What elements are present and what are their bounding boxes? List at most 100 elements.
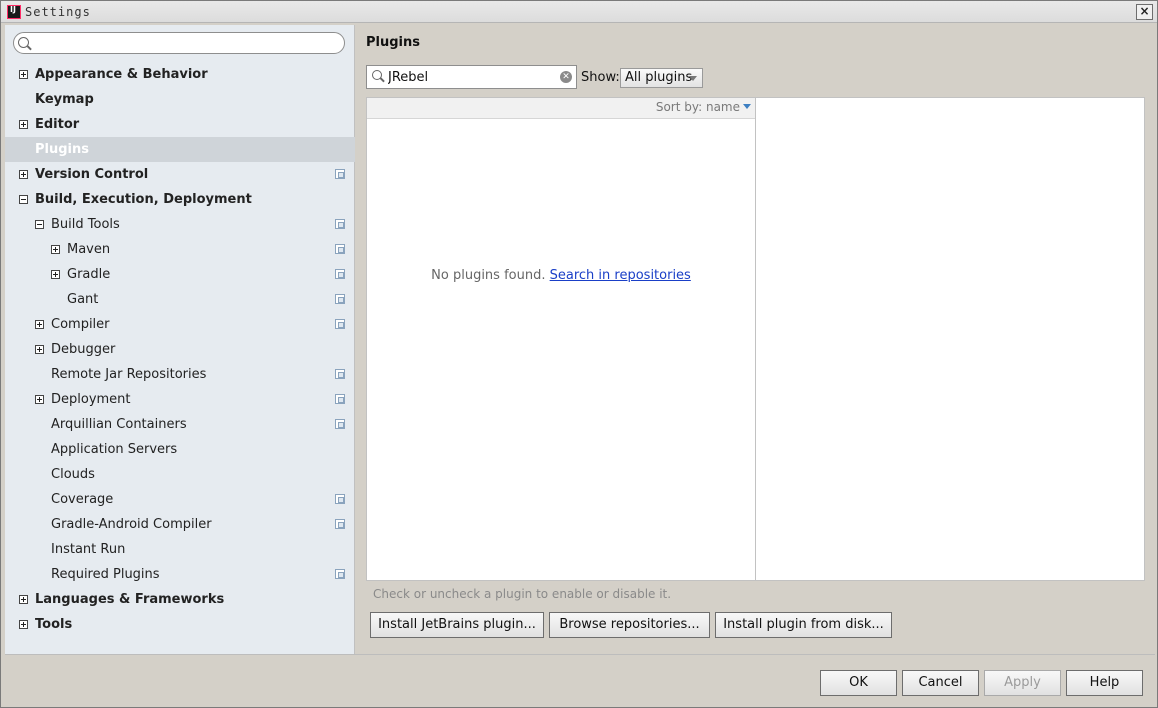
chevron-down-icon bbox=[689, 76, 697, 81]
project-settings-icon bbox=[335, 319, 345, 329]
tree-node[interactable]: Compiler bbox=[5, 312, 355, 337]
tree-node-label: Gradle-Android Compiler bbox=[51, 517, 212, 532]
tree-node-label: Application Servers bbox=[51, 442, 178, 457]
expand-icon[interactable] bbox=[19, 170, 28, 179]
tree-node[interactable]: Languages & Frameworks bbox=[5, 587, 355, 612]
help-button[interactable]: Help bbox=[1066, 670, 1143, 696]
tree-node-label: Coverage bbox=[51, 492, 114, 507]
plugin-search-box[interactable]: ✕ bbox=[366, 65, 577, 89]
ok-button[interactable]: OK bbox=[820, 670, 897, 696]
tree-node[interactable]: Deployment bbox=[5, 387, 355, 412]
tree-node-label: Build Tools bbox=[51, 217, 120, 232]
tree-node[interactable]: Gradle-Android Compiler bbox=[5, 512, 355, 537]
tree-node-label: Debugger bbox=[51, 342, 116, 357]
tree-node[interactable]: Maven bbox=[5, 237, 355, 262]
tree-node[interactable]: Required Plugins bbox=[5, 562, 355, 587]
install-jetbrains-plugin-button[interactable]: Install JetBrains plugin... bbox=[370, 612, 544, 638]
browse-repositories-button[interactable]: Browse repositories... bbox=[549, 612, 710, 638]
settings-tree: Appearance & Behavior Keymap Editor Plugins… bbox=[5, 62, 355, 637]
expand-icon[interactable] bbox=[35, 345, 44, 354]
tree-node[interactable]: Coverage bbox=[5, 487, 355, 512]
collapse-icon[interactable] bbox=[35, 220, 44, 229]
tree-node-label: Maven bbox=[67, 242, 111, 257]
footer-divider bbox=[5, 654, 1155, 655]
tree-node-label: Languages & Frameworks bbox=[35, 592, 225, 607]
tree-node-label: Plugins bbox=[35, 142, 89, 157]
project-settings-icon bbox=[335, 294, 345, 304]
empty-message: No plugins found. Search in repositories bbox=[367, 268, 755, 283]
plugin-hint-text: Check or uncheck a plugin to enable or d… bbox=[373, 587, 672, 601]
apply-button[interactable]: Apply bbox=[984, 670, 1061, 696]
collapse-icon[interactable] bbox=[19, 195, 28, 204]
tree-node-label: Remote Jar Repositories bbox=[51, 367, 207, 382]
title-bar: Settings × bbox=[1, 1, 1157, 23]
search-in-repositories-link[interactable]: Search in repositories bbox=[550, 268, 691, 283]
tree-node-label: Build, Execution, Deployment bbox=[35, 192, 252, 207]
tree-node[interactable]: Clouds bbox=[5, 462, 355, 487]
expand-icon[interactable] bbox=[35, 395, 44, 404]
expand-icon[interactable] bbox=[19, 620, 28, 629]
window-title: Settings bbox=[25, 5, 91, 19]
tree-node-label: Instant Run bbox=[51, 542, 126, 557]
show-filter-dropdown[interactable]: All plugins bbox=[620, 68, 703, 88]
tree-node[interactable]: Arquillian Containers bbox=[5, 412, 355, 437]
tree-node-label: Tools bbox=[35, 617, 73, 632]
expand-icon[interactable] bbox=[19, 120, 28, 129]
cancel-button[interactable]: Cancel bbox=[902, 670, 979, 696]
tree-node-label: Gradle bbox=[67, 267, 111, 282]
project-settings-icon bbox=[335, 169, 345, 179]
settings-search-box[interactable] bbox=[13, 32, 345, 54]
tree-node[interactable]: Gant bbox=[5, 287, 355, 312]
expand-icon[interactable] bbox=[51, 245, 60, 254]
project-settings-icon bbox=[335, 519, 345, 529]
expand-icon[interactable] bbox=[35, 320, 44, 329]
sort-by-label: Sort by: name bbox=[655, 100, 740, 114]
expand-icon[interactable] bbox=[19, 70, 28, 79]
tree-node-label: Required Plugins bbox=[51, 567, 160, 582]
expand-icon[interactable] bbox=[19, 595, 28, 604]
tree-node-label: Arquillian Containers bbox=[51, 417, 187, 432]
tree-node[interactable]: Application Servers bbox=[5, 437, 355, 462]
settings-sidebar: Appearance & Behavior Keymap Editor Plugins… bbox=[5, 25, 355, 654]
expand-icon[interactable] bbox=[51, 270, 60, 279]
page-title: Plugins bbox=[366, 35, 420, 50]
search-icon bbox=[372, 70, 382, 80]
intellij-app-icon bbox=[7, 5, 21, 19]
tree-node[interactable]: Editor bbox=[5, 112, 355, 137]
project-settings-icon bbox=[335, 569, 345, 579]
tree-node-label: Gant bbox=[67, 292, 99, 307]
project-settings-icon bbox=[335, 269, 345, 279]
tree-node[interactable]: Instant Run bbox=[5, 537, 355, 562]
plugin-search-input[interactable] bbox=[388, 69, 553, 85]
tree-node[interactable]: Version Control bbox=[5, 162, 355, 187]
plugin-detail-panel bbox=[755, 97, 1145, 581]
clear-search-icon[interactable]: ✕ bbox=[560, 71, 572, 83]
project-settings-icon bbox=[335, 369, 345, 379]
show-filter-value: All plugins bbox=[625, 70, 693, 85]
settings-window: Settings × Appearance & Behavior Keymap Ed… bbox=[0, 0, 1158, 708]
chevron-down-icon bbox=[743, 104, 751, 109]
tree-node[interactable]: Plugins bbox=[5, 137, 355, 162]
sort-bar: Sort by: name bbox=[367, 98, 755, 119]
tree-node[interactable]: Keymap bbox=[5, 87, 355, 112]
tree-node-label: Version Control bbox=[35, 167, 149, 182]
tree-node[interactable]: Debugger bbox=[5, 337, 355, 362]
sort-by-dropdown[interactable]: Sort by: name bbox=[656, 100, 751, 114]
tree-node-label: Clouds bbox=[51, 467, 95, 482]
tree-node[interactable]: Tools bbox=[5, 612, 355, 637]
settings-search-input[interactable] bbox=[34, 35, 334, 51]
plugin-list: Sort by: name No plugins found. Search i… bbox=[366, 97, 756, 581]
tree-node[interactable]: Appearance & Behavior bbox=[5, 62, 355, 87]
tree-node-label: Compiler bbox=[51, 317, 110, 332]
search-icon bbox=[18, 37, 29, 48]
project-settings-icon bbox=[335, 394, 345, 404]
tree-node[interactable]: Build, Execution, Deployment bbox=[5, 187, 355, 212]
install-plugin-from-disk-button[interactable]: Install plugin from disk... bbox=[715, 612, 892, 638]
tree-node[interactable]: Remote Jar Repositories bbox=[5, 362, 355, 387]
tree-node[interactable]: Build Tools bbox=[5, 212, 355, 237]
tree-node[interactable]: Gradle bbox=[5, 262, 355, 287]
close-button[interactable]: × bbox=[1136, 4, 1153, 20]
project-settings-icon bbox=[335, 419, 345, 429]
tree-node-label: Appearance & Behavior bbox=[35, 67, 208, 82]
project-settings-icon bbox=[335, 494, 345, 504]
